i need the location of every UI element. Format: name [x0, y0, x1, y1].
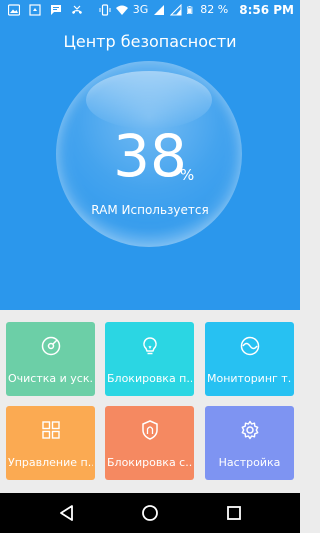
tile-app-management[interactable]: Управление п... [6, 406, 95, 480]
ram-percent-value: 38 [0, 126, 300, 186]
ram-percent-sign: % [180, 166, 195, 184]
tile-label: Управление п... [8, 456, 93, 469]
clock: 8:56 PM [239, 3, 294, 17]
shield-icon [141, 420, 158, 440]
vibrate-icon [99, 4, 111, 16]
battery-icon [187, 6, 193, 14]
broom-icon [41, 336, 60, 356]
tile-label: Очистка и уск... [8, 372, 93, 385]
home-icon[interactable] [140, 503, 160, 523]
back-icon[interactable] [57, 503, 77, 523]
tile-label: Мониторинг т... [207, 372, 292, 385]
wifi-icon [115, 5, 128, 15]
ram-usage-label: RAM Используется [91, 203, 209, 217]
image-icon [8, 4, 20, 16]
signal-2-icon [170, 4, 182, 16]
tile-block-calls[interactable]: Блокировка с... [105, 406, 194, 480]
page-title: Центр безопасности [63, 32, 237, 51]
message-icon [51, 5, 61, 15]
tile-traffic-monitor[interactable]: Мониторинг т... [205, 322, 294, 396]
navigation-bar [0, 493, 300, 533]
bubble-highlight [86, 71, 212, 129]
traffic-monitor-icon [240, 336, 259, 356]
tile-settings[interactable]: Настройка [205, 406, 294, 480]
ram-percent-number: 38 [113, 122, 187, 190]
tile-label: Настройка [218, 456, 281, 469]
signal-icon [154, 5, 165, 15]
battery-percent: 82 % [200, 3, 229, 16]
tile-block-apps[interactable]: Блокировка п... [105, 322, 194, 396]
screenshot-icon [29, 4, 41, 16]
apps-grid-icon [41, 421, 60, 439]
recents-icon[interactable] [224, 503, 244, 523]
missed-call-icon [72, 5, 82, 14]
tile-label: Блокировка п... [107, 372, 192, 385]
tile-cleanup[interactable]: Очистка и уск... [6, 322, 95, 396]
gear-icon [241, 420, 258, 440]
tile-label: Блокировка с... [107, 456, 192, 469]
network-type: 3G [132, 3, 149, 16]
status-bar: 3G 82 % 8:56 PM [0, 0, 300, 22]
lightbulb-icon [142, 337, 157, 355]
